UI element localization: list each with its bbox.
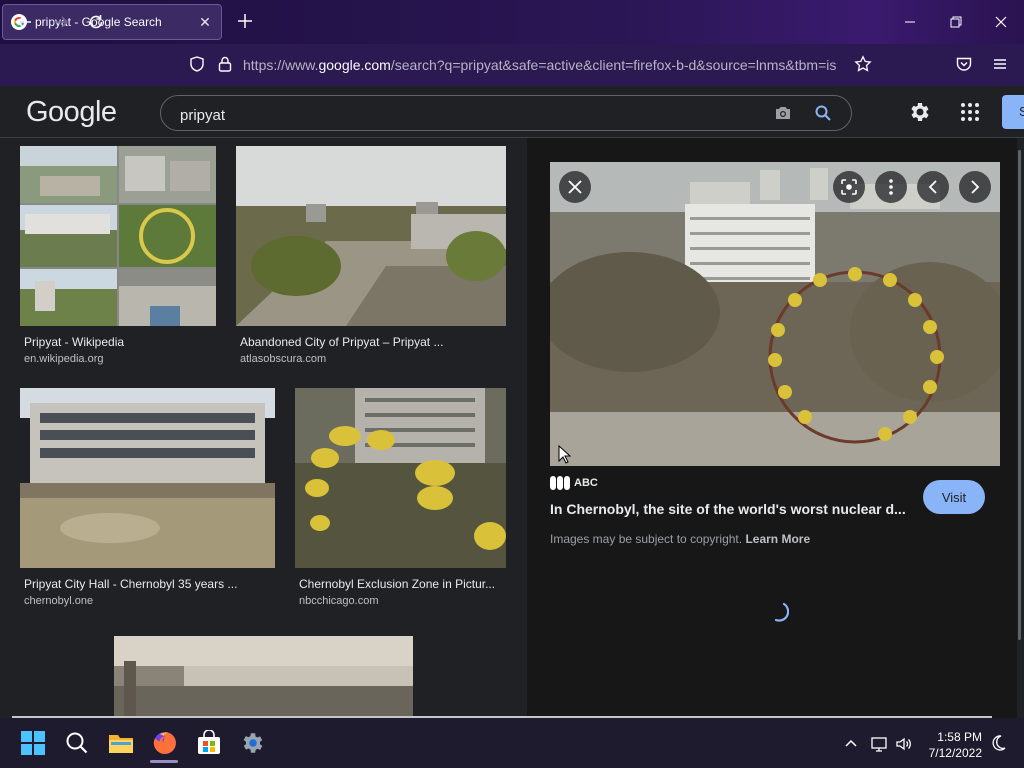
- result-caption[interactable]: Chernobyl Exclusion Zone in Pictur...: [299, 577, 495, 591]
- copyright-notice: Images may be subject to copyright. Lear…: [550, 532, 811, 546]
- result-caption[interactable]: Abandoned City of Pripyat – Pripyat ...: [240, 335, 443, 349]
- clock-time: 1:58 PM: [937, 730, 982, 744]
- pocket-icon[interactable]: [955, 55, 973, 73]
- google-logo[interactable]: Google: [26, 96, 117, 129]
- close-icon[interactable]: ✕: [197, 14, 213, 31]
- shield-icon[interactable]: [188, 55, 206, 73]
- minimize-icon[interactable]: [900, 12, 920, 32]
- preview-source[interactable]: ABC: [550, 476, 598, 490]
- scrollbar-thumb[interactable]: [1018, 150, 1021, 640]
- settings-icon[interactable]: [908, 100, 932, 124]
- result-source[interactable]: chernobyl.one: [24, 595, 93, 607]
- result-source[interactable]: atlasobscura.com: [240, 353, 326, 365]
- settings-icon[interactable]: [240, 730, 266, 756]
- result-thumbnail-4[interactable]: [295, 388, 506, 568]
- clock-date: 7/12/2022: [928, 746, 982, 760]
- preview-title[interactable]: In Chernobyl, the site of the world's wo…: [550, 501, 906, 517]
- arrow-right-icon[interactable]: [52, 13, 70, 31]
- more-vert-icon: [889, 179, 893, 195]
- plus-icon[interactable]: [236, 12, 254, 30]
- result-thumbnail-3[interactable]: [20, 388, 275, 568]
- search-input[interactable]: [160, 95, 852, 131]
- close-preview-button[interactable]: [559, 171, 591, 203]
- file-explorer-icon[interactable]: [108, 730, 134, 756]
- source-name: ABC: [574, 477, 598, 489]
- moon-icon[interactable]: [989, 734, 1007, 752]
- sign-in-button[interactable]: S: [1002, 95, 1024, 129]
- result-caption[interactable]: Pripyat City Hall - Chernobyl 35 years .…: [24, 577, 237, 591]
- volume-icon[interactable]: [895, 735, 913, 753]
- restore-icon[interactable]: [946, 12, 966, 32]
- lens-icon: [841, 179, 857, 195]
- visit-button[interactable]: Visit: [923, 480, 985, 514]
- abc-logo-icon: [550, 476, 570, 490]
- apps-icon[interactable]: [960, 102, 980, 122]
- previous-image-button[interactable]: [917, 171, 949, 203]
- store-icon[interactable]: [196, 730, 222, 756]
- result-thumbnail-2[interactable]: [236, 146, 506, 326]
- search-query-text[interactable]: pripyat: [180, 107, 225, 124]
- chevron-right-icon: [971, 180, 980, 194]
- chevron-left-icon: [928, 180, 937, 194]
- mouse-cursor: [558, 445, 572, 465]
- next-image-button[interactable]: [959, 171, 991, 203]
- reload-icon[interactable]: [87, 13, 105, 31]
- browser-tab[interactable]: pripyat - Google Search ✕: [2, 4, 222, 40]
- system-clock[interactable]: 1:58 PM 7/12/2022: [922, 729, 982, 761]
- active-app-indicator: [150, 760, 178, 763]
- arrow-left-icon[interactable]: [15, 13, 33, 31]
- search-icon[interactable]: [813, 103, 833, 123]
- network-icon[interactable]: [870, 735, 888, 753]
- url-domain: google.com: [318, 57, 391, 73]
- camera-icon[interactable]: [773, 103, 793, 123]
- search-icon[interactable]: [64, 730, 90, 756]
- menu-icon[interactable]: [991, 55, 1009, 73]
- result-source[interactable]: en.wikipedia.org: [24, 353, 104, 365]
- result-thumbnail-1[interactable]: [20, 146, 216, 326]
- firefox-icon[interactable]: [152, 730, 178, 756]
- learn-more-link[interactable]: Learn More: [745, 532, 810, 546]
- star-icon[interactable]: [854, 55, 872, 73]
- url-text[interactable]: https://www.google.com/search?q=pripyat&…: [243, 57, 848, 73]
- close-icon[interactable]: [991, 12, 1011, 32]
- lock-icon[interactable]: [216, 55, 234, 73]
- close-icon: [568, 180, 582, 194]
- preview-image[interactable]: [550, 162, 1000, 466]
- windows-start-icon[interactable]: [20, 730, 46, 756]
- chevron-up-icon[interactable]: [843, 735, 859, 751]
- result-caption[interactable]: Pripyat - Wikipedia: [24, 335, 124, 349]
- loading-spinner-icon: [767, 600, 789, 622]
- result-source[interactable]: nbcchicago.com: [299, 595, 379, 607]
- more-options-button[interactable]: [875, 171, 907, 203]
- lens-button[interactable]: [833, 171, 865, 203]
- result-thumbnail-5[interactable]: [114, 636, 413, 718]
